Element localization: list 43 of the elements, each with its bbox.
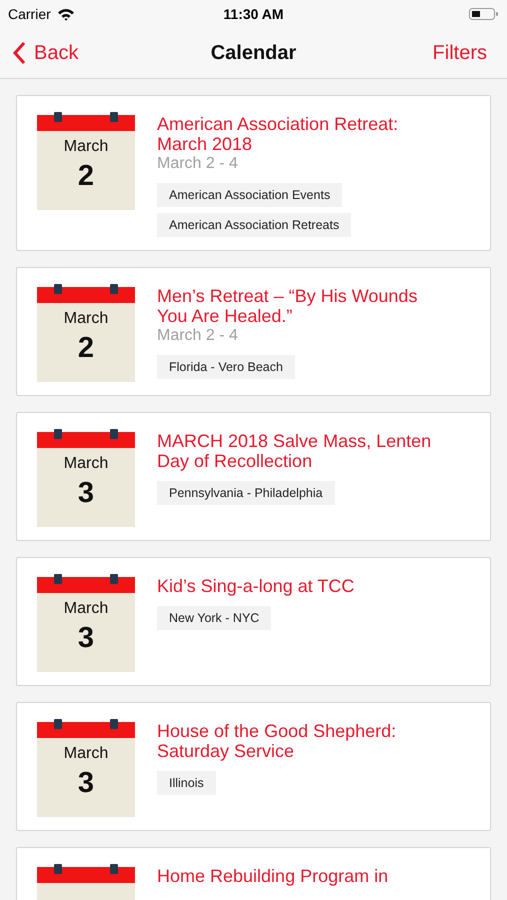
event-title: American Association Retreat: March 2018 xyxy=(157,114,400,154)
status-time: 11:30 AM xyxy=(223,6,284,22)
wifi-icon xyxy=(56,8,75,20)
event-month: March xyxy=(64,138,108,156)
event-tag: American Association Events xyxy=(157,183,342,207)
event-title: House of the Good Shepherd: Saturday Service xyxy=(157,721,398,761)
event-day: 2 xyxy=(78,160,94,193)
event-card[interactable]: March 2 American Association Retreat: March 2018 March 2 - 4 American Association Events American Association Retreats xyxy=(16,95,491,251)
calendar-icon xyxy=(37,719,135,817)
calendar-icon xyxy=(37,574,135,672)
event-title: Kid’s Sing-a-long at TCC xyxy=(157,576,356,596)
event-title: Home Rebuilding Program in xyxy=(157,866,390,886)
screen-title: Calendar xyxy=(210,42,296,64)
event-title: MARCH 2018 Salve Mass, Lenten Day of Recollection xyxy=(157,431,432,471)
carrier-name: Carrier xyxy=(8,6,51,22)
event-month: March xyxy=(64,600,108,618)
event-day: 2 xyxy=(78,332,94,365)
event-card[interactable]: March 3 Kid’s Sing-a-long at TCC New York - NYC xyxy=(16,557,491,686)
event-tag: Pennsylvania - Philadelphia xyxy=(157,481,335,505)
event-month: March xyxy=(64,310,108,328)
event-month: March xyxy=(64,745,108,763)
event-tag: American Association Retreats xyxy=(157,213,352,237)
event-dates: March 2 - 4 xyxy=(157,154,239,173)
event-day: 3 xyxy=(78,477,94,510)
calendar-icon xyxy=(37,284,135,382)
event-day: 3 xyxy=(78,767,94,800)
chevron-left-icon xyxy=(12,41,26,65)
event-tag: Florida - Vero Beach xyxy=(157,355,295,379)
filters-button[interactable]: Filters xyxy=(432,42,487,64)
event-card[interactable]: March 2 Men’s Retreat – “By His Wounds You Are Healed.” March 2 - 4 Florida - Vero Beach xyxy=(16,267,491,396)
event-month: March xyxy=(64,455,108,473)
event-tag: Illinois xyxy=(157,771,216,795)
calendar-icon xyxy=(37,112,135,210)
event-title: Men’s Retreat – “By His Wounds You Are Healed.” xyxy=(157,286,418,326)
event-day: 3 xyxy=(78,622,94,655)
event-card[interactable]: March 3 MARCH 2018 Salve Mass, Lenten Day of Recollection Pennsylvania - Philadelphia xyxy=(16,412,491,541)
back-button[interactable]: Back xyxy=(12,41,78,65)
event-dates: March 2 - 4 xyxy=(157,326,239,345)
battery-icon xyxy=(469,7,499,21)
calendar-icon xyxy=(37,429,135,527)
event-card[interactable]: Home Rebuilding Program in xyxy=(16,847,491,900)
event-tag: New York - NYC xyxy=(157,606,272,630)
event-card[interactable]: March 3 House of the Good Shepherd: Saturday Service Illinois xyxy=(16,702,491,831)
